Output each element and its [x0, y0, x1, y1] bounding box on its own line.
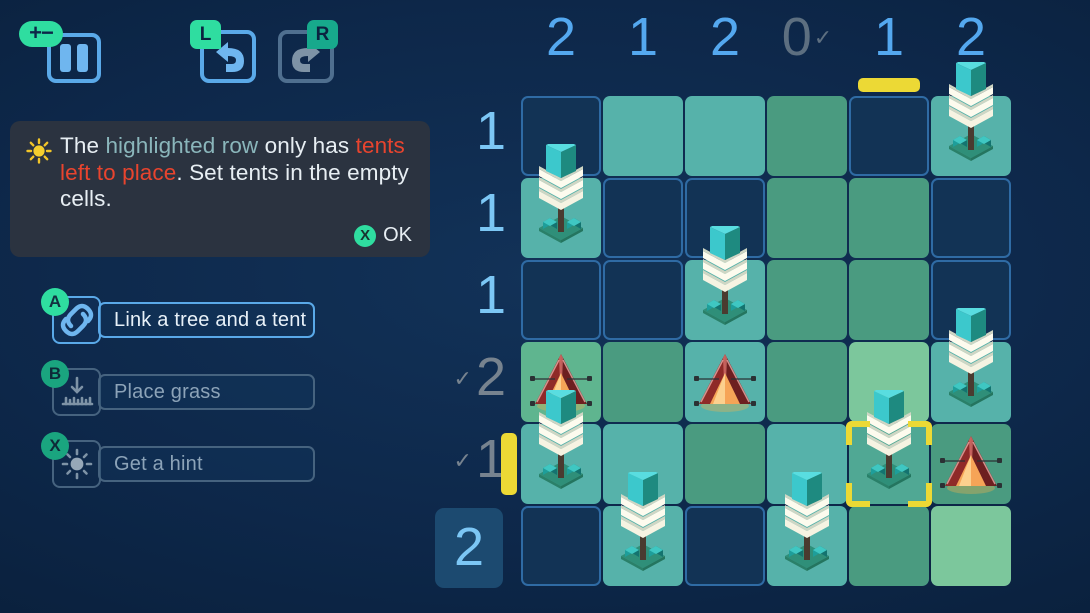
a-key-badge: A	[41, 288, 69, 316]
grid-cell-r4c6-tree[interactable]	[931, 342, 1011, 422]
grid-cell-r5c3-grass[interactable]	[685, 424, 765, 504]
grid-cell-r5c1-tree[interactable]	[521, 424, 601, 504]
grid-cell-r3c2-empty[interactable]	[603, 260, 683, 340]
grid-cell-r2c3-empty[interactable]	[685, 178, 765, 258]
column-clue-4: 0✓	[781, 7, 833, 67]
redo-key-badge: R	[307, 20, 338, 49]
undo-key-badge: L	[190, 20, 221, 49]
hint-seg-0: The	[60, 133, 106, 158]
column-clue-2: 1	[627, 7, 659, 67]
action-link-tree-tent[interactable]: A Link a tree and a tent	[40, 288, 330, 346]
grid-cell-r2c2-empty[interactable]	[603, 178, 683, 258]
x-key-badge: X	[354, 224, 377, 247]
highlighted-row-bar	[501, 433, 517, 495]
grid-cell-r6c3-empty[interactable]	[685, 506, 765, 586]
grid-cell-r3c6-empty[interactable]	[931, 260, 1011, 340]
grid-cell-r5c6-tent[interactable]	[931, 424, 1011, 504]
grid-cell-r2c1-tree[interactable]	[521, 178, 601, 258]
grid-cell-r3c3-tree[interactable]	[685, 260, 765, 340]
row-clue-5: ✓1	[432, 432, 506, 488]
grid-cell-r1c1-empty[interactable]	[521, 96, 601, 176]
top-toolbar: +− L R	[0, 0, 440, 100]
grid-cell-r5c2-grass[interactable]	[603, 424, 683, 504]
hint-seg-2: only has	[258, 133, 356, 158]
pause-icon	[60, 44, 88, 72]
grid-cell-r4c4-grass[interactable]	[767, 342, 847, 422]
hint-dialog: The highlighted row only has tents left …	[10, 121, 430, 257]
check-icon: ✓	[453, 366, 472, 391]
row-clue-value: 1	[475, 183, 506, 243]
action-place-grass[interactable]: B Place grass	[40, 360, 330, 418]
grid-cell-r6c2-tree[interactable]	[603, 506, 683, 586]
tent-icon	[521, 342, 601, 422]
grid-cell-r4c3-tent[interactable]	[685, 342, 765, 422]
grid-cell-r3c1-empty[interactable]	[521, 260, 601, 340]
grid-cell-r4c1-tent[interactable]	[521, 342, 601, 422]
grid-cell-r6c6-grass[interactable]	[931, 506, 1011, 586]
grid-cell-r4c5-grass[interactable]	[849, 342, 929, 422]
selection-cursor	[846, 421, 932, 507]
grid-cell-r6c1-empty[interactable]	[521, 506, 601, 586]
row-clue-6: 2	[435, 508, 503, 588]
hint-ok-button[interactable]: X OK	[354, 224, 412, 247]
grid-cell-r6c4-tree[interactable]	[767, 506, 847, 586]
tent-icon	[931, 424, 1011, 504]
column-clue-1: 2	[545, 7, 577, 67]
check-icon: ✓	[813, 25, 833, 50]
row-clue-2: 1	[432, 186, 506, 240]
action-label-grass: Place grass	[98, 374, 315, 410]
column-clue-3: 2	[709, 7, 741, 67]
action-label-hint: Get a hint	[98, 446, 315, 482]
grid-cell-r5c5-tree[interactable]	[846, 421, 932, 507]
grid-cell-r4c2-grass[interactable]	[603, 342, 683, 422]
grid-cell-r6c5-grass[interactable]	[849, 506, 929, 586]
grid-cell-r3c4-grass[interactable]	[767, 260, 847, 340]
action-label-link: Link a tree and a tent	[98, 302, 315, 338]
grid-cell-r1c5-empty[interactable]	[849, 96, 929, 176]
action-get-hint[interactable]: X Get a hint	[40, 432, 330, 490]
ok-label: OK	[383, 224, 412, 246]
check-icon: ✓	[453, 448, 472, 473]
grid-cell-r1c6-tree[interactable]	[931, 96, 1011, 176]
column-clue-6: 2	[955, 7, 987, 67]
tree-icon	[931, 62, 1011, 176]
grid-cell-r2c5-grass[interactable]	[849, 178, 929, 258]
row-clue-value: 2	[475, 347, 506, 407]
highlighted-column-bar	[858, 78, 920, 92]
row-clue-1: 1	[432, 104, 506, 158]
grid-cell-r3c5-grass[interactable]	[849, 260, 929, 340]
column-clue-5: 1	[873, 7, 905, 67]
grid-cell-r1c3-grass[interactable]	[685, 96, 765, 176]
grid-cell-r5c4-grass[interactable]	[767, 424, 847, 504]
action-list: A Link a tree and a tent B Place grass X…	[40, 288, 330, 508]
grid-cell-r1c4-grass[interactable]	[767, 96, 847, 176]
b-key-badge: B	[41, 360, 69, 388]
grid-cell-r2c4-grass[interactable]	[767, 178, 847, 258]
row-clue-value: 2	[453, 517, 485, 577]
sun-icon	[26, 138, 52, 164]
plus-minus-badge: +−	[19, 21, 63, 47]
x-key-badge-action: X	[41, 432, 69, 460]
row-clue-value: 1	[475, 101, 506, 161]
row-clue-value: 1	[475, 265, 506, 325]
grid-cell-r1c2-grass[interactable]	[603, 96, 683, 176]
tent-icon	[685, 342, 765, 422]
hint-seg-highlighted-row: highlighted row	[105, 133, 259, 158]
row-clue-3: 1	[432, 268, 506, 322]
hint-message: The highlighted row only has tents left …	[60, 133, 412, 213]
grid-cell-r2c6-empty[interactable]	[931, 178, 1011, 258]
row-clue-4: ✓2	[432, 350, 506, 406]
